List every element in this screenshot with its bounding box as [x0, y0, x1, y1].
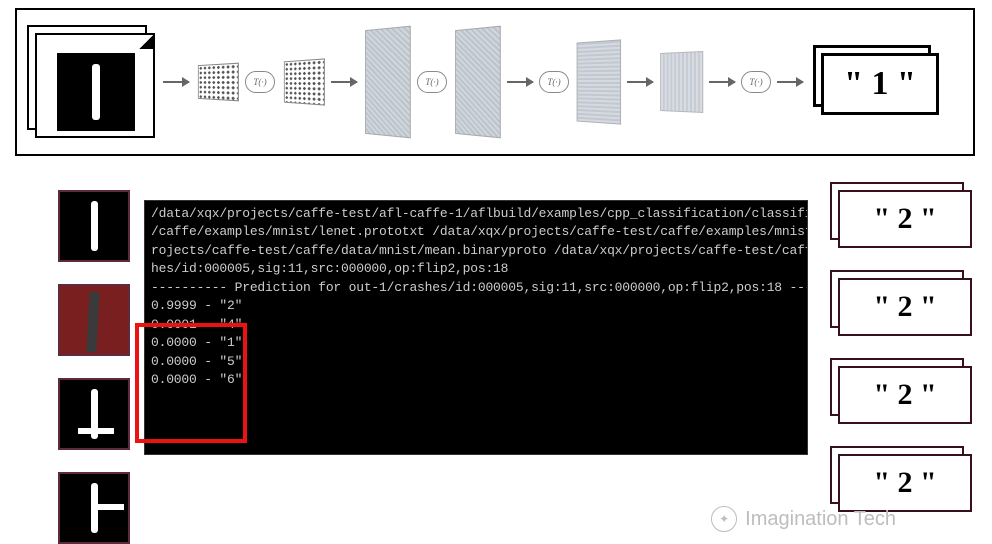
terminal-line: 0.9999 - "2" [151, 297, 801, 315]
feature-map-icon [660, 51, 703, 113]
feature-map-icon [577, 39, 621, 124]
terminal-line: rojects/caffe-test/caffe/data/mnist/mean… [151, 242, 801, 260]
activation-node: T(·) [539, 71, 569, 93]
conv-layer-icon [284, 58, 325, 105]
arrow-icon [777, 81, 803, 83]
output-label: " 2 " [838, 454, 972, 512]
output-card: " 2 " [830, 182, 974, 252]
nn-flow-row: T(·) T(·) T(·) T(·) " 1 " [17, 10, 973, 154]
terminal-line: /data/xqx/projects/caffe-test/afl-caffe-… [151, 205, 801, 223]
output-card: " 2 " [830, 270, 974, 340]
output-card: " 2 " [830, 358, 974, 428]
arrow-icon [709, 81, 735, 83]
feature-map-icon [455, 26, 501, 139]
arrow-icon [507, 81, 533, 83]
terminal-line: hes/id:000005,sig:11,src:000000,op:flip2… [151, 260, 801, 278]
input-image-stack [27, 23, 157, 141]
conv-layer-icon [198, 63, 239, 102]
terminal-line: 0.0000 - "6" [151, 371, 801, 389]
perturbed-thumb-1 [58, 190, 130, 262]
terminal-line: 0.0001 - "4" [151, 316, 801, 334]
nn-pipeline-panel: T(·) T(·) T(·) T(·) " 1 " [15, 8, 975, 156]
output-label: " 2 " [838, 278, 972, 336]
activation-node: T(·) [245, 71, 275, 93]
output-label: " 2 " [838, 366, 972, 424]
output-label: " 2 " [838, 190, 972, 248]
perturbed-thumb-4 [58, 472, 130, 544]
watermark: ✦ Imagination Tech [711, 506, 896, 532]
watermark-text: Imagination Tech [745, 508, 896, 531]
input-digit-image [57, 53, 135, 131]
terminal-line: 0.0000 - "5" [151, 353, 801, 371]
terminal-output: /data/xqx/projects/caffe-test/afl-caffe-… [144, 200, 808, 455]
wechat-icon: ✦ [711, 506, 737, 532]
top-output-label: " 1 " [821, 53, 939, 115]
terminal-line: 0.0000 - "1" [151, 334, 801, 352]
arrow-icon [331, 81, 357, 83]
terminal-line: ---------- Prediction for out-1/crashes/… [151, 279, 801, 297]
right-output-column: " 2 " " 2 " " 2 " " 2 " [830, 182, 974, 516]
terminal-line: /caffe/examples/mnist/lenet.prototxt /da… [151, 223, 801, 241]
activation-node: T(·) [741, 71, 771, 93]
thumbnail-column [58, 190, 130, 544]
top-output-card: " 1 " [813, 45, 941, 119]
perturbed-thumb-2 [58, 284, 130, 356]
arrow-icon [627, 81, 653, 83]
activation-node: T(·) [417, 71, 447, 93]
arrow-icon [163, 81, 189, 83]
perturbed-thumb-3 [58, 378, 130, 450]
feature-map-icon [365, 26, 411, 139]
